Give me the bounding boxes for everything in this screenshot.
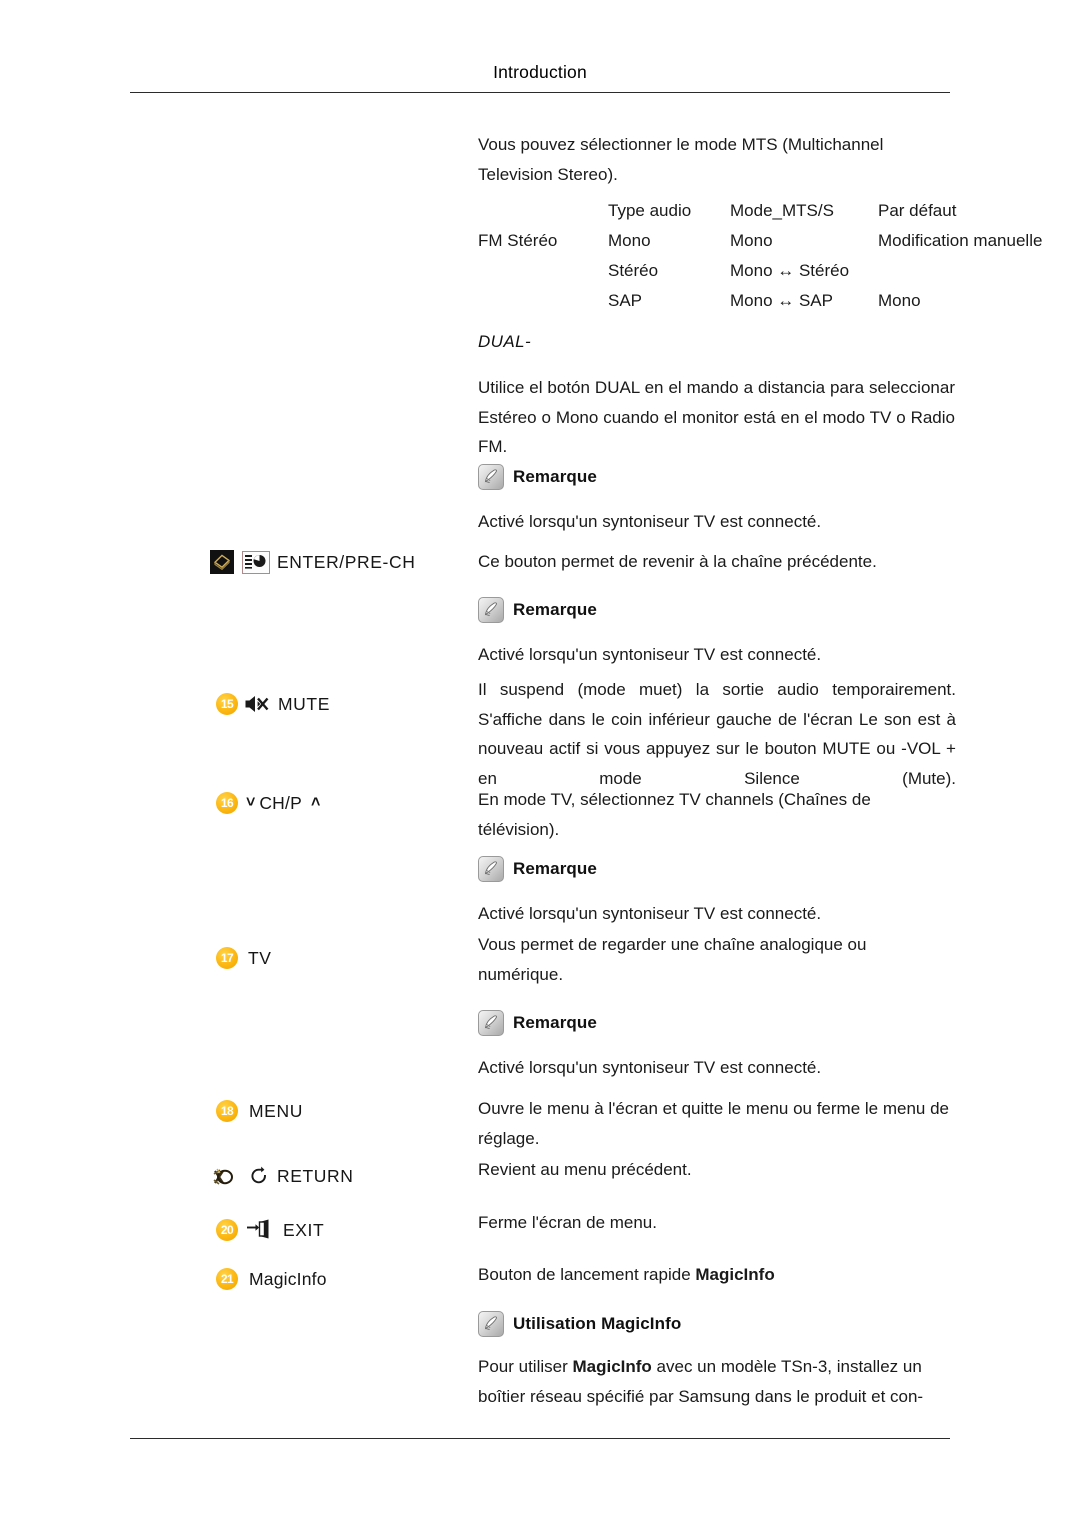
note-pencil-icon xyxy=(478,1010,504,1036)
description-ch-p: En mode TV, sélectionnez TV channels (Ch… xyxy=(478,790,871,839)
button-row-return: 19 RETURN xyxy=(212,1165,354,1187)
note-pencil-icon xyxy=(478,597,504,623)
usage-prefix: Pour utiliser xyxy=(478,1357,573,1376)
badge-number-15: 15 xyxy=(216,693,238,715)
cell-type-1: Stéréo xyxy=(608,261,659,280)
return-arrow-icon xyxy=(248,1165,270,1187)
mute-speaker-icon xyxy=(244,692,271,716)
note-remarque-body-2: Activé lorsqu'un syntoniseur TV est conn… xyxy=(478,645,822,664)
enter-diamond-icon xyxy=(210,550,234,574)
button-row-mute: 15 MUTE xyxy=(216,692,330,716)
document-page: Introduction Vous pouvez sélectionner le… xyxy=(0,0,1080,1527)
description-enter-pre-ch: Ce bouton permet de revenir à la chaîne … xyxy=(478,552,877,571)
button-row-enter-pre-ch: ENTER/PRE-CH xyxy=(210,550,415,574)
magicinfo-quick-bold: MagicInfo xyxy=(695,1265,775,1284)
cell-type-2: SAP xyxy=(608,291,643,310)
description-menu: Ouvre le menu à l'écran et quitte le men… xyxy=(478,1099,950,1148)
button-row-menu: 18 MENU xyxy=(216,1100,303,1122)
button-label-ch-p: CH/P xyxy=(259,792,302,813)
note-remarque-2: Remarque xyxy=(478,597,597,623)
table-header-mode: Mode_MTS/S xyxy=(730,201,834,220)
button-label-menu: MENU xyxy=(249,1100,303,1121)
button-label-return: RETURN xyxy=(277,1165,354,1186)
description-magicinfo: Bouton de lancement rapide MagicInfo xyxy=(478,1260,954,1290)
badge-number-19: 19 xyxy=(212,1165,238,1187)
note-remarque-label-3: Remarque xyxy=(513,859,597,878)
cell-default-0: Modification manuelle xyxy=(878,231,1043,250)
badge-number-20: 20 xyxy=(216,1219,238,1241)
note-pencil-icon xyxy=(478,856,504,882)
table-row: FM Stéréo Mono Mono Modification manuell… xyxy=(478,228,1042,258)
cell-type-0: Mono xyxy=(608,231,651,250)
note-remarque-label-2: Remarque xyxy=(513,600,597,619)
table-header-row: Type audio Mode_MTS/S Par défaut xyxy=(478,198,1042,228)
description-return: Revient au menu précédent. xyxy=(478,1160,692,1179)
button-label-magicinfo: MagicInfo xyxy=(249,1268,327,1289)
note-remarque-body-1: Activé lorsqu'un syntoniseur TV est conn… xyxy=(478,512,822,531)
note-pencil-icon xyxy=(478,464,504,490)
note-remarque-body-3: Activé lorsqu'un syntoniseur TV est conn… xyxy=(478,904,822,923)
mts-intro-paragraph: Vous pouvez sélectionner le mode MTS (Mu… xyxy=(478,135,884,184)
table-header-type: Type audio xyxy=(608,201,692,220)
note-remarque-label-4: Remarque xyxy=(513,1013,597,1032)
cell-mts-1: Mono ↔ Stéréo xyxy=(730,261,850,280)
note-remarque-4: Remarque xyxy=(478,1010,597,1036)
note-utilisation-label: Utilisation MagicInfo xyxy=(513,1314,682,1333)
badge-number-18: 18 xyxy=(216,1100,238,1122)
button-row-ch-p: 16 ˅ CH/P ˄ xyxy=(216,792,320,814)
badge-number-16: 16 xyxy=(216,792,238,814)
note-pencil-icon xyxy=(478,1311,504,1337)
magicinfo-usage-paragraph: Pour utiliser MagicInfo avec un modèle T… xyxy=(478,1352,958,1411)
chevron-down-icon: ˅ xyxy=(246,794,256,811)
note-remarque-body-4: Activé lorsqu'un syntoniseur TV est conn… xyxy=(478,1058,822,1077)
cell-mts-2: Mono ↔ SAP xyxy=(730,291,833,310)
cell-default-2: Mono xyxy=(878,291,921,310)
note-remarque-3: Remarque xyxy=(478,856,597,882)
chevron-up-icon: ˄ xyxy=(310,794,321,811)
note-utilisation-magicinfo: Utilisation MagicInfo xyxy=(478,1311,681,1337)
button-label-tv: TV xyxy=(248,947,272,968)
page-header-title: Introduction xyxy=(493,62,587,82)
cell-mode-0: FM Stéréo xyxy=(478,231,558,250)
button-label-exit: EXIT xyxy=(283,1219,325,1240)
button-label-enter-pre-ch: ENTER/PRE-CH xyxy=(277,551,416,572)
cell-mts-0: Mono xyxy=(730,231,773,250)
table-row: SAP Mono ↔ SAP Mono xyxy=(478,288,1042,318)
header-rule xyxy=(130,92,950,93)
mts-table: Type audio Mode_MTS/S Par défaut FM Stér… xyxy=(478,198,1042,318)
dual-heading: DUAL- xyxy=(478,332,532,351)
magicinfo-quick-prefix: Bouton de lancement rapide xyxy=(478,1265,696,1284)
button-label-mute: MUTE xyxy=(278,693,330,714)
note-remarque-1: Remarque xyxy=(478,464,597,490)
cell-mode-1 xyxy=(478,258,608,288)
table-header-default: Par défaut xyxy=(878,201,957,220)
badge-number-21: 21 xyxy=(216,1268,238,1290)
button-row-magicinfo: 21 MagicInfo xyxy=(216,1268,327,1290)
footer-rule xyxy=(130,1438,950,1439)
cell-mode-2 xyxy=(478,288,608,318)
usage-bold: MagicInfo xyxy=(572,1357,652,1376)
description-tv: Vous permet de regarder une chaîne analo… xyxy=(478,935,867,984)
button-row-tv: 17 TV xyxy=(216,947,272,969)
table-header-blank xyxy=(478,198,608,228)
pre-ch-icon xyxy=(242,550,270,574)
exit-door-icon xyxy=(246,1218,276,1242)
button-row-exit: 20 EXIT xyxy=(216,1218,324,1242)
badge-number-17: 17 xyxy=(216,947,238,969)
description-exit: Ferme l'écran de menu. xyxy=(478,1213,657,1232)
note-remarque-label-1: Remarque xyxy=(513,467,597,486)
